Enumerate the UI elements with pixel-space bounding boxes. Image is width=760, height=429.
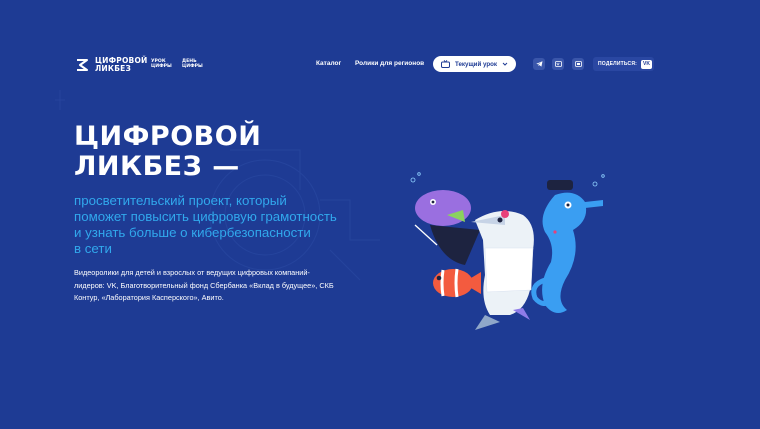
- telegram-icon: [535, 61, 542, 67]
- current-lesson-dropdown[interactable]: Текущий урок: [433, 56, 516, 72]
- share-vk-button[interactable]: VK: [641, 59, 653, 69]
- hero-subtitle: просветительский проект, который поможет…: [74, 193, 337, 256]
- telegram-button[interactable]: [533, 58, 545, 70]
- share-label: ПОДЕЛИТЬСЯ:: [598, 61, 638, 67]
- logo-mark-icon: [77, 59, 88, 71]
- nav-regions[interactable]: Ролики для регионов: [355, 60, 424, 67]
- site-logo[interactable]: ЦИФРОВОЙ ЛИКБЕЗ: [75, 57, 148, 73]
- project-link-den-cifry[interactable]: ДЕНЬ ЦИФРЫ: [182, 59, 203, 70]
- nav-catalog[interactable]: Каталог: [316, 60, 341, 67]
- sea-creatures-illustration: [410, 172, 605, 330]
- vk-social-button[interactable]: [552, 58, 564, 70]
- ok-icon: [574, 61, 582, 67]
- vk-icon: [554, 61, 562, 67]
- current-lesson-label: Текущий урок: [455, 60, 498, 68]
- hero-description: Видеоролики для детей и взрослых от веду…: [74, 268, 334, 302]
- share-block: ПОДЕЛИТЬСЯ: VK: [593, 57, 654, 71]
- logo-text: ЦИФРОВОЙ ЛИКБЕЗ: [95, 56, 148, 73]
- hero-title: ЦИФРОВОЙ ЛИКБЕЗ —: [74, 121, 262, 182]
- ok-social-button[interactable]: [572, 58, 584, 70]
- tv-icon: [441, 60, 450, 68]
- project-link-urok-cifry[interactable]: УРОК ЦИФРЫ: [151, 59, 172, 70]
- chevron-down-icon: [502, 62, 508, 66]
- site-header: ЦИФРОВОЙ ЛИКБЕЗ УРОК ЦИФРЫ ДЕНЬ ЦИФРЫ Ка…: [0, 0, 760, 73]
